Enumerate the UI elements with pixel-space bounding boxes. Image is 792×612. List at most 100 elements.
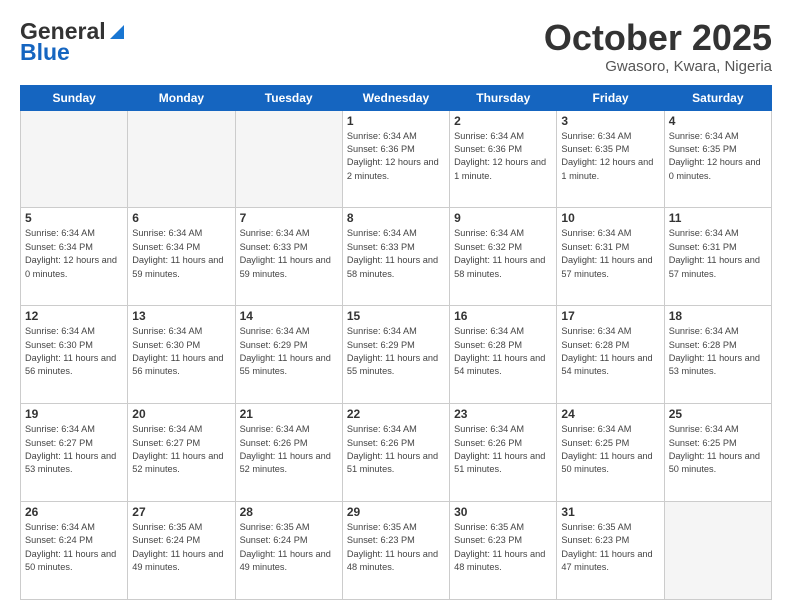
day-info: Sunrise: 6:34 AM Sunset: 6:32 PM Dayligh… bbox=[454, 227, 552, 280]
week-row-3: 19 Sunrise: 6:34 AM Sunset: 6:27 PM Dayli… bbox=[21, 404, 772, 502]
day-info: Sunrise: 6:35 AM Sunset: 6:24 PM Dayligh… bbox=[240, 521, 338, 574]
calendar-cell bbox=[235, 110, 342, 208]
day-number: 12 bbox=[25, 309, 123, 323]
day-info: Sunrise: 6:34 AM Sunset: 6:26 PM Dayligh… bbox=[454, 423, 552, 476]
calendar-cell: 13Sunrise: 6:34 AM Sunset: 6:30 PM Dayli… bbox=[128, 306, 235, 404]
day-info: Sunrise: 6:34 AM Sunset: 6:25 PM Dayligh… bbox=[669, 423, 767, 476]
day-number: 26 bbox=[25, 505, 123, 519]
day-info: Sunrise: 6:34 AM Sunset: 6:35 PM Dayligh… bbox=[561, 130, 659, 183]
week-row-0: 1 Sunrise: 6:34 AM Sunset: 6:36 PM Daylig… bbox=[21, 110, 772, 208]
logo-block: General Blue bbox=[20, 18, 128, 66]
day-number: 18 bbox=[669, 309, 767, 323]
calendar-cell: 15 Sunrise: 6:34 AM Sunset: 6:29 PM Dayli… bbox=[342, 306, 449, 404]
calendar-cell: 16 Sunrise: 6:34 AM Sunset: 6:28 PM Dayli… bbox=[450, 306, 557, 404]
day-info: Sunrise: 6:34 AM Sunset: 6:33 PM Dayligh… bbox=[347, 227, 445, 280]
day-number: 14 bbox=[240, 309, 338, 323]
calendar-cell: 28 Sunrise: 6:35 AM Sunset: 6:24 PM Dayli… bbox=[235, 502, 342, 600]
day-info: Sunrise: 6:35 AM Sunset: 6:23 PM Dayligh… bbox=[561, 521, 659, 574]
week-row-2: 12 Sunrise: 6:34 AM Sunset: 6:30 PM Dayli… bbox=[21, 306, 772, 404]
col-header-thursday: Thursday bbox=[450, 85, 557, 110]
calendar-cell: 14 Sunrise: 6:34 AM Sunset: 6:29 PM Dayli… bbox=[235, 306, 342, 404]
day-info: Sunrise: 6:35 AM Sunset: 6:23 PM Dayligh… bbox=[454, 521, 552, 574]
calendar-cell: 7 Sunrise: 6:34 AM Sunset: 6:33 PM Daylig… bbox=[235, 208, 342, 306]
day-info: Sunrise: 6:34 AM Sunset: 6:27 PM Dayligh… bbox=[132, 423, 230, 476]
day-info: Sunrise: 6:34 AM Sunset: 6:28 PM Dayligh… bbox=[561, 325, 659, 378]
day-info: Sunrise: 6:34 AM Sunset: 6:26 PM Dayligh… bbox=[347, 423, 445, 476]
day-number: 29 bbox=[347, 505, 445, 519]
calendar-cell: 22 Sunrise: 6:34 AM Sunset: 6:26 PM Dayli… bbox=[342, 404, 449, 502]
day-number: 10 bbox=[561, 211, 659, 225]
day-number: 17 bbox=[561, 309, 659, 323]
calendar-cell: 26 Sunrise: 6:34 AM Sunset: 6:24 PM Dayli… bbox=[21, 502, 128, 600]
calendar-cell: 9 Sunrise: 6:34 AM Sunset: 6:32 PM Daylig… bbox=[450, 208, 557, 306]
day-number: 6 bbox=[132, 211, 230, 225]
day-number: 19 bbox=[25, 407, 123, 421]
day-info: Sunrise: 6:34 AM Sunset: 6:36 PM Dayligh… bbox=[454, 130, 552, 183]
month-title: October 2025 bbox=[544, 18, 772, 58]
calendar-cell: 31 Sunrise: 6:35 AM Sunset: 6:23 PM Dayli… bbox=[557, 502, 664, 600]
calendar-cell bbox=[664, 502, 771, 600]
day-number: 15 bbox=[347, 309, 445, 323]
col-header-tuesday: Tuesday bbox=[235, 85, 342, 110]
day-info: Sunrise: 6:34 AM Sunset: 6:34 PM Dayligh… bbox=[25, 227, 123, 280]
col-header-friday: Friday bbox=[557, 85, 664, 110]
calendar-cell: 6 Sunrise: 6:34 AM Sunset: 6:34 PM Daylig… bbox=[128, 208, 235, 306]
calendar-cell: 18 Sunrise: 6:34 AM Sunset: 6:28 PM Dayli… bbox=[664, 306, 771, 404]
col-header-wednesday: Wednesday bbox=[342, 85, 449, 110]
day-info: Sunrise: 6:35 AM Sunset: 6:24 PM Dayligh… bbox=[132, 521, 230, 574]
calendar-cell: 29 Sunrise: 6:35 AM Sunset: 6:23 PM Dayli… bbox=[342, 502, 449, 600]
col-header-sunday: Sunday bbox=[21, 85, 128, 110]
day-number: 9 bbox=[454, 211, 552, 225]
calendar-cell: 24Sunrise: 6:34 AM Sunset: 6:25 PM Dayli… bbox=[557, 404, 664, 502]
calendar-cell: 17 Sunrise: 6:34 AM Sunset: 6:28 PM Dayli… bbox=[557, 306, 664, 404]
day-number: 22 bbox=[347, 407, 445, 421]
calendar-table: SundayMondayTuesdayWednesdayThursdayFrid… bbox=[20, 85, 772, 600]
day-number: 1 bbox=[347, 114, 445, 128]
day-info: Sunrise: 6:34 AM Sunset: 6:33 PM Dayligh… bbox=[240, 227, 338, 280]
calendar-cell: 1 Sunrise: 6:34 AM Sunset: 6:36 PM Daylig… bbox=[342, 110, 449, 208]
day-info: Sunrise: 6:34 AM Sunset: 6:34 PM Dayligh… bbox=[132, 227, 230, 280]
page: General Blue October 2025 Gwasoro, Kwara… bbox=[0, 0, 792, 612]
day-info: Sunrise: 6:34 AM Sunset: 6:31 PM Dayligh… bbox=[669, 227, 767, 280]
calendar-cell: 25Sunrise: 6:34 AM Sunset: 6:25 PM Dayli… bbox=[664, 404, 771, 502]
calendar-cell: 4 Sunrise: 6:34 AM Sunset: 6:35 PM Daylig… bbox=[664, 110, 771, 208]
day-number: 23 bbox=[454, 407, 552, 421]
calendar-cell: 21Sunrise: 6:34 AM Sunset: 6:26 PM Dayli… bbox=[235, 404, 342, 502]
day-number: 3 bbox=[561, 114, 659, 128]
day-info: Sunrise: 6:34 AM Sunset: 6:35 PM Dayligh… bbox=[669, 130, 767, 183]
col-header-monday: Monday bbox=[128, 85, 235, 110]
calendar-cell: 3 Sunrise: 6:34 AM Sunset: 6:35 PM Daylig… bbox=[557, 110, 664, 208]
day-info: Sunrise: 6:34 AM Sunset: 6:31 PM Dayligh… bbox=[561, 227, 659, 280]
day-info: Sunrise: 6:35 AM Sunset: 6:23 PM Dayligh… bbox=[347, 521, 445, 574]
day-number: 27 bbox=[132, 505, 230, 519]
calendar-cell: 12 Sunrise: 6:34 AM Sunset: 6:30 PM Dayli… bbox=[21, 306, 128, 404]
day-info: Sunrise: 6:34 AM Sunset: 6:36 PM Dayligh… bbox=[347, 130, 445, 183]
day-info: Sunrise: 6:34 AM Sunset: 6:29 PM Dayligh… bbox=[347, 325, 445, 378]
day-number: 16 bbox=[454, 309, 552, 323]
day-number: 8 bbox=[347, 211, 445, 225]
day-number: 7 bbox=[240, 211, 338, 225]
week-row-1: 5Sunrise: 6:34 AM Sunset: 6:34 PM Daylig… bbox=[21, 208, 772, 306]
day-info: Sunrise: 6:34 AM Sunset: 6:24 PM Dayligh… bbox=[25, 521, 123, 574]
day-info: Sunrise: 6:34 AM Sunset: 6:28 PM Dayligh… bbox=[669, 325, 767, 378]
day-number: 30 bbox=[454, 505, 552, 519]
day-number: 28 bbox=[240, 505, 338, 519]
calendar-cell: 8 Sunrise: 6:34 AM Sunset: 6:33 PM Daylig… bbox=[342, 208, 449, 306]
day-number: 20 bbox=[132, 407, 230, 421]
day-info: Sunrise: 6:34 AM Sunset: 6:28 PM Dayligh… bbox=[454, 325, 552, 378]
calendar-header-row: SundayMondayTuesdayWednesdayThursdayFrid… bbox=[21, 85, 772, 110]
day-number: 4 bbox=[669, 114, 767, 128]
calendar-cell: 2Sunrise: 6:34 AM Sunset: 6:36 PM Daylig… bbox=[450, 110, 557, 208]
header: General Blue October 2025 Gwasoro, Kwara… bbox=[20, 18, 772, 75]
day-info: Sunrise: 6:34 AM Sunset: 6:26 PM Dayligh… bbox=[240, 423, 338, 476]
calendar-cell: 20 Sunrise: 6:34 AM Sunset: 6:27 PM Dayli… bbox=[128, 404, 235, 502]
location: Gwasoro, Kwara, Nigeria bbox=[544, 58, 772, 75]
day-info: Sunrise: 6:34 AM Sunset: 6:30 PM Dayligh… bbox=[25, 325, 123, 378]
day-number: 13 bbox=[132, 309, 230, 323]
day-number: 31 bbox=[561, 505, 659, 519]
calendar-cell: 5Sunrise: 6:34 AM Sunset: 6:34 PM Daylig… bbox=[21, 208, 128, 306]
day-info: Sunrise: 6:34 AM Sunset: 6:29 PM Dayligh… bbox=[240, 325, 338, 378]
calendar-cell: 30 Sunrise: 6:35 AM Sunset: 6:23 PM Dayli… bbox=[450, 502, 557, 600]
day-info: Sunrise: 6:34 AM Sunset: 6:25 PM Dayligh… bbox=[561, 423, 659, 476]
calendar-cell: 19Sunrise: 6:34 AM Sunset: 6:27 PM Dayli… bbox=[21, 404, 128, 502]
